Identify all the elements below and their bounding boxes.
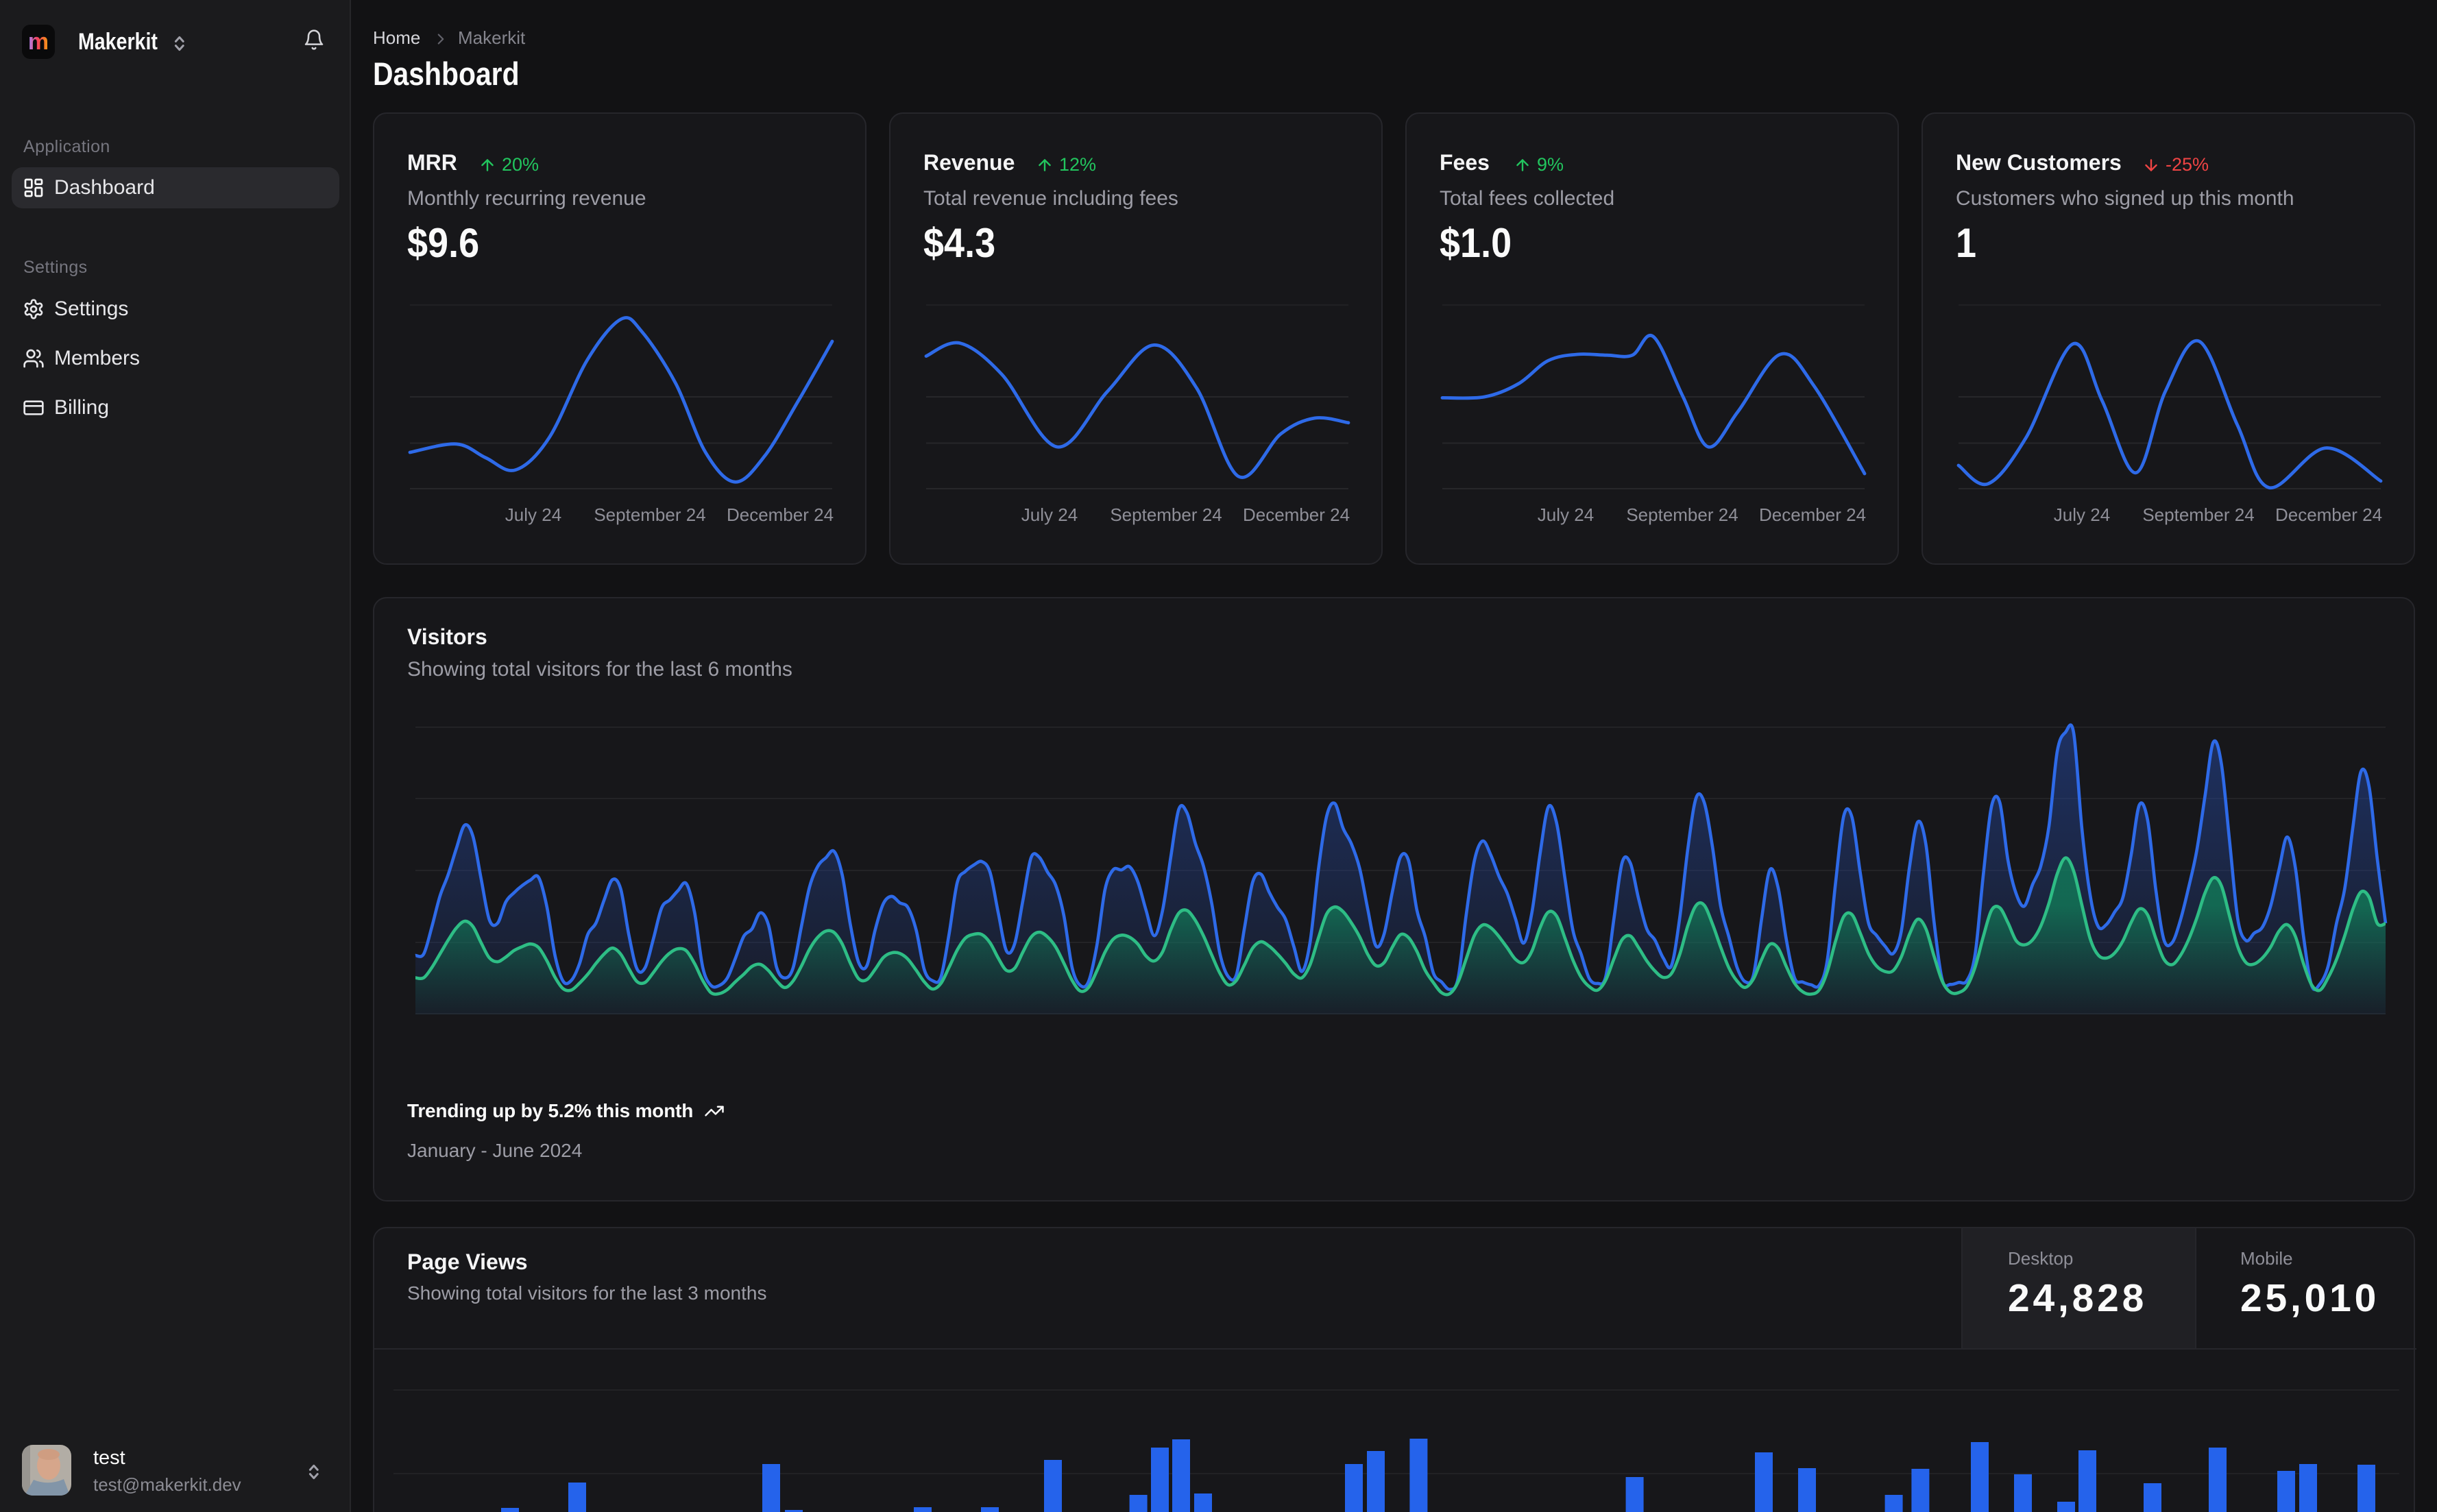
svg-text:m: m: [28, 29, 49, 55]
